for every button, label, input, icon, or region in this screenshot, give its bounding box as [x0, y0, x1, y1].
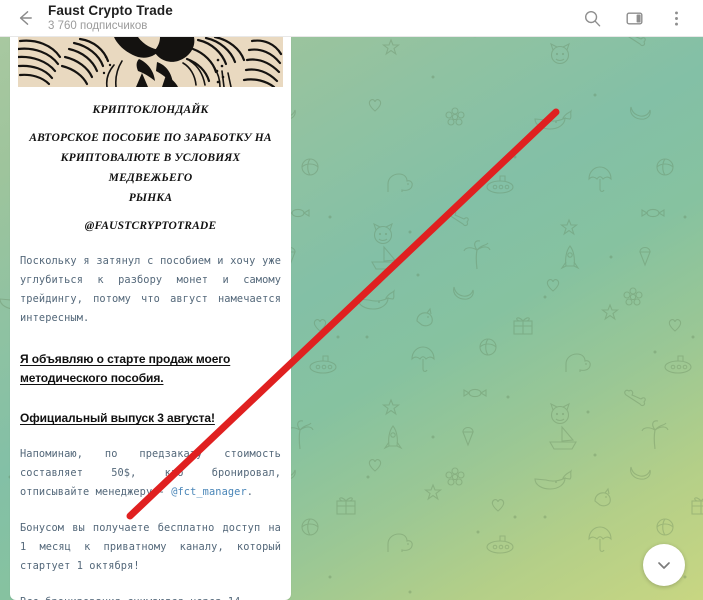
- more-menu-button[interactable]: [663, 5, 689, 31]
- promo-heading-1: КРИПТОКЛОНДАЙК: [92, 104, 209, 116]
- chat-subscriber-count: 3 760 подписчиков: [48, 20, 148, 32]
- search-button[interactable]: [579, 5, 605, 31]
- sidebar-toggle-icon: [626, 11, 643, 25]
- message-photo[interactable]: [18, 37, 283, 87]
- promo-heading-4: РЫНКА: [128, 192, 173, 204]
- more-vertical-icon: [674, 10, 678, 26]
- telegram-chat-screen: Faust Crypto Trade 3 760 подписчиков КРИ…: [0, 0, 703, 600]
- promo-heading-2: АВТОРСКОЕ ПОСОБИЕ ПО ЗАРАБОТКУ НА: [29, 132, 272, 144]
- paragraph-bonus: Бонусом вы получаете бесплатно доступ на…: [20, 522, 281, 572]
- announcement-line-2: Официальный выпуск 3 августа!: [20, 411, 215, 425]
- chat-header: Faust Crypto Trade 3 760 подписчиков: [0, 0, 703, 37]
- promo-heading-3: КРИПТОВАЛЮТЕ В УСЛОВИЯХ МЕДВЕЖЬЕГО: [60, 152, 241, 184]
- paragraph-intro: Поскольку я затянул с пособием и хочу уж…: [20, 255, 281, 324]
- paragraph-cancellation: Все бронирования снимаются через 14 часо…: [18, 593, 283, 600]
- search-icon: [584, 10, 600, 26]
- scroll-to-bottom-button[interactable]: [643, 544, 685, 586]
- arrow-left-icon: [19, 11, 32, 25]
- message-bubble[interactable]: КРИПТОКЛОНДАЙК АВТОРСКОЕ ПОСОБИЕ ПО ЗАРА…: [10, 37, 291, 600]
- chat-header-titles[interactable]: Faust Crypto Trade 3 760 подписчиков: [48, 3, 579, 33]
- announcement-line-1: Я объявляю о старте продаж моего методич…: [20, 352, 231, 385]
- paragraph-preorder-post: .: [246, 486, 254, 498]
- woodcut-illustration: [18, 37, 283, 87]
- chat-title: Faust Crypto Trade: [48, 3, 173, 18]
- header-actions: [579, 5, 691, 31]
- paragraph-preorder: Напоминаю, по предзаказу стоимость соста…: [18, 445, 283, 502]
- manager-handle-link[interactable]: @fct_manager: [171, 486, 247, 498]
- sidebar-toggle-button[interactable]: [621, 5, 647, 31]
- promo-handle: @FAUSTCRYPTOTRADE: [84, 220, 217, 232]
- back-button[interactable]: [8, 1, 42, 35]
- message-text-body: КРИПТОКЛОНДАЙК АВТОРСКОЕ ПОСОБИЕ ПО ЗАРА…: [10, 87, 291, 600]
- chevron-down-icon: [658, 562, 670, 569]
